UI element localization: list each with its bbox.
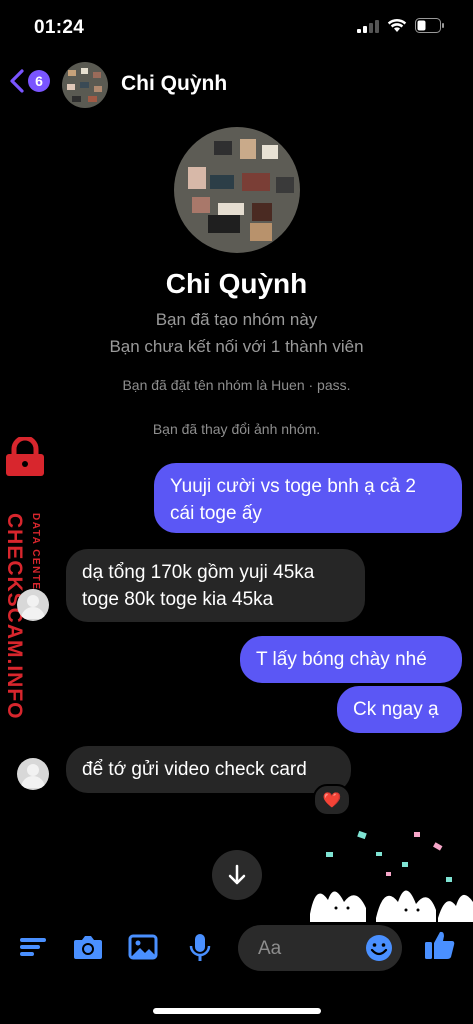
message-bubble-outgoing[interactable]: T lấy bóng chày nhé <box>240 636 462 683</box>
thumbs-up-icon[interactable] <box>423 928 457 962</box>
message-bubble-outgoing[interactable]: Yuuji cười vs toge bnh ạ cả 2 cái toge ấ… <box>154 463 462 533</box>
microphone-icon[interactable] <box>187 932 213 964</box>
system-message: Bạn đã thay đổi ảnh nhóm. <box>152 421 321 437</box>
conversation-title[interactable]: Chi Quỳnh <box>121 72 227 96</box>
system-message: Bạn đã đặt tên nhóm là Huen · pass. <box>122 377 351 393</box>
scroll-to-bottom-button[interactable] <box>212 850 262 900</box>
message-bubble-incoming[interactable]: để tớ gửi video check card <box>66 746 351 793</box>
arrow-down-icon <box>228 864 246 885</box>
group-created-text: Bạn đã tạo nhóm này <box>155 310 318 329</box>
status-time: 01:24 <box>34 17 85 38</box>
status-icons <box>357 18 445 33</box>
chevron-left-icon <box>10 69 24 93</box>
unread-badge: 6 <box>28 70 50 92</box>
signal-icon <box>357 19 379 33</box>
sender-avatar[interactable] <box>17 758 49 790</box>
heart-icon: ❤️ <box>322 792 342 809</box>
watermark-tagline: DATA CENTER <box>30 513 41 600</box>
message-bubble-incoming[interactable]: dạ tổng 170k gồm yuji 45ka toge 80k toge… <box>66 549 365 622</box>
sender-avatar[interactable] <box>17 589 49 621</box>
status-bar: 01:24 <box>0 0 473 56</box>
profile-name: Chi Quỳnh <box>165 268 308 299</box>
back-button[interactable]: 6 <box>8 68 50 94</box>
image-icon[interactable] <box>128 932 158 962</box>
profile-avatar[interactable] <box>174 127 300 253</box>
conversation-header: 6 Chi Quỳnh <box>0 56 473 112</box>
battery-icon <box>415 18 444 33</box>
message-composer[interactable] <box>238 925 402 973</box>
message-input[interactable] <box>256 925 360 973</box>
wifi-icon <box>387 18 407 32</box>
emoji-icon[interactable] <box>364 933 394 963</box>
home-indicator <box>153 1008 321 1014</box>
composer-toolbar <box>0 918 473 978</box>
lock-icon <box>6 437 44 476</box>
connection-status-text: Bạn chưa kết nối với 1 thành viên <box>109 337 364 356</box>
group-avatar[interactable] <box>62 62 108 108</box>
watermark: CHECKSCAM.INFO DATA CENTER <box>0 435 54 720</box>
menu-icon[interactable] <box>18 932 48 962</box>
confetti-sticker <box>310 830 473 922</box>
message-bubble-outgoing[interactable]: Ck ngay ạ <box>337 686 462 733</box>
camera-icon[interactable] <box>72 932 104 962</box>
heart-reaction[interactable]: ❤️ <box>313 784 351 816</box>
